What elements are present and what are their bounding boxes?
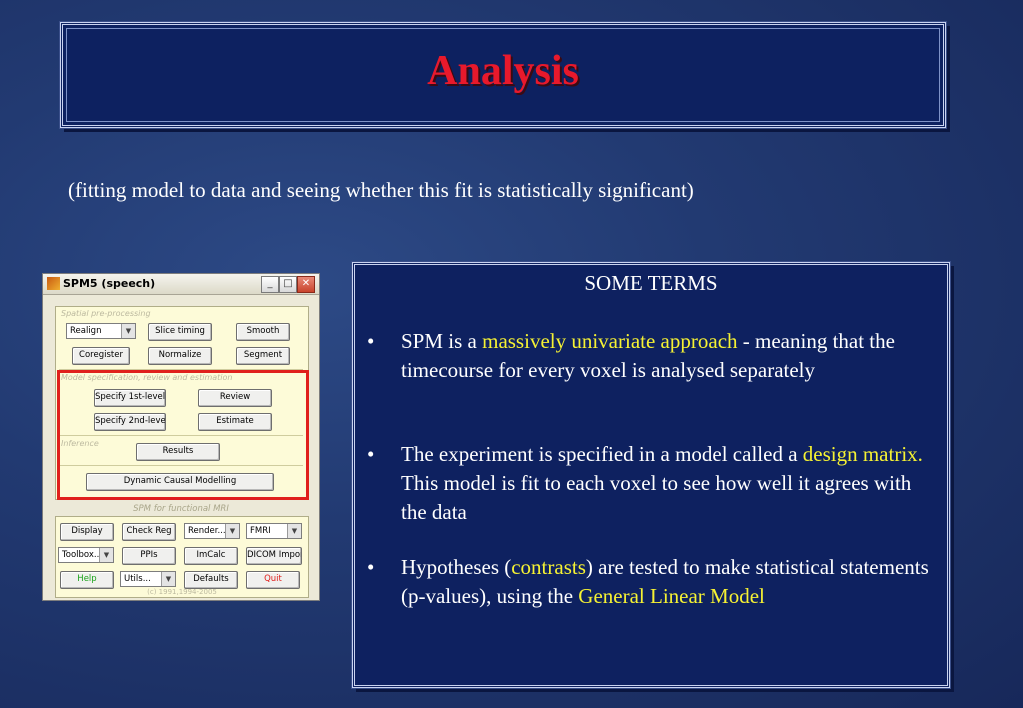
terms-box: SOME TERMS • SPM is a massively univaria…: [351, 261, 951, 689]
chevron-down-icon: ▼: [121, 324, 135, 338]
maximize-button[interactable]: □: [279, 276, 297, 293]
chevron-down-icon: ▼: [287, 524, 301, 538]
matlab-logo-icon: [47, 277, 60, 290]
slice-timing-button[interactable]: Slice timing: [148, 323, 212, 341]
normalize-button[interactable]: Normalize: [148, 347, 212, 365]
display-button[interactable]: Display: [60, 523, 114, 541]
render-select-value: Render...: [188, 526, 226, 536]
highlight-text: General Linear Model: [578, 584, 765, 608]
spm-window-title: SPM5 (speech): [63, 277, 156, 290]
toolbox-select[interactable]: Toolbox... ▼: [58, 547, 114, 563]
chevron-down-icon: ▼: [161, 572, 175, 586]
modality-select-value: FMRI: [250, 526, 271, 536]
spm-titlebar[interactable]: SPM5 (speech) _ □ ✕: [43, 274, 319, 295]
help-button[interactable]: Help: [60, 571, 114, 589]
modality-select[interactable]: FMRI ▼: [246, 523, 302, 539]
utils-select[interactable]: Utils... ▼: [120, 571, 176, 587]
functional-mri-label: SPM for functional MRI: [133, 504, 229, 514]
realign-select[interactable]: Realign ▼: [66, 323, 136, 339]
bullet-marker: •: [367, 555, 375, 579]
coregister-button[interactable]: Coregister: [72, 347, 130, 365]
bullet-hypotheses: • Hypotheses (contrasts) are tested to m…: [367, 553, 939, 611]
chevron-down-icon: ▼: [225, 524, 239, 538]
realign-select-value: Realign: [70, 326, 102, 336]
check-reg-button[interactable]: Check Reg: [122, 523, 176, 541]
highlight-text: contrasts: [511, 555, 586, 579]
spm-utility-panel: Display Check Reg Render... ▼ FMRI ▼ Too…: [55, 516, 309, 598]
slide-subtitle: (fitting model to data and seeing whethe…: [68, 178, 694, 202]
slide-title: Analysis: [427, 48, 579, 94]
utils-select-value: Utils...: [124, 574, 151, 584]
bullet-text: Hypotheses (: [401, 555, 512, 579]
bullet-design-matrix: • The experiment is specified in a model…: [367, 440, 939, 527]
bullet-text: SPM is a: [401, 329, 483, 353]
highlight-text: massively univariate approach: [482, 329, 738, 353]
highlight-box: [57, 370, 309, 500]
ppis-button[interactable]: PPIs: [122, 547, 176, 565]
title-box: Analysis: [59, 21, 947, 129]
chevron-down-icon: ▼: [99, 548, 113, 562]
imcalc-button[interactable]: ImCalc: [184, 547, 238, 565]
spm-window: SPM5 (speech) _ □ ✕ Spatial pre-processi…: [42, 273, 320, 601]
bullet-text: The experiment is specified in a model c…: [401, 442, 803, 466]
bullet-marker: •: [367, 329, 375, 353]
smooth-button[interactable]: Smooth: [236, 323, 290, 341]
dicom-import-button[interactable]: DICOM Import: [246, 547, 302, 565]
quit-button[interactable]: Quit: [246, 571, 300, 589]
copyright-text: (c) 1991,1994-2005: [147, 588, 217, 596]
segment-button[interactable]: Segment: [236, 347, 290, 365]
minimize-button[interactable]: _: [261, 276, 279, 293]
bullet-text: This model is fit to each voxel to see h…: [401, 471, 912, 524]
spatial-label: Spatial pre-processing: [61, 309, 151, 318]
highlight-text: design matrix.: [802, 442, 923, 466]
bullet-marker: •: [367, 442, 375, 466]
close-button[interactable]: ✕: [297, 276, 315, 293]
bullet-spm: • SPM is a massively univariate approach…: [367, 327, 939, 385]
toolbox-select-value: Toolbox...: [62, 550, 102, 560]
defaults-button[interactable]: Defaults: [184, 571, 238, 589]
terms-heading: SOME TERMS: [584, 271, 718, 295]
render-select[interactable]: Render... ▼: [184, 523, 240, 539]
